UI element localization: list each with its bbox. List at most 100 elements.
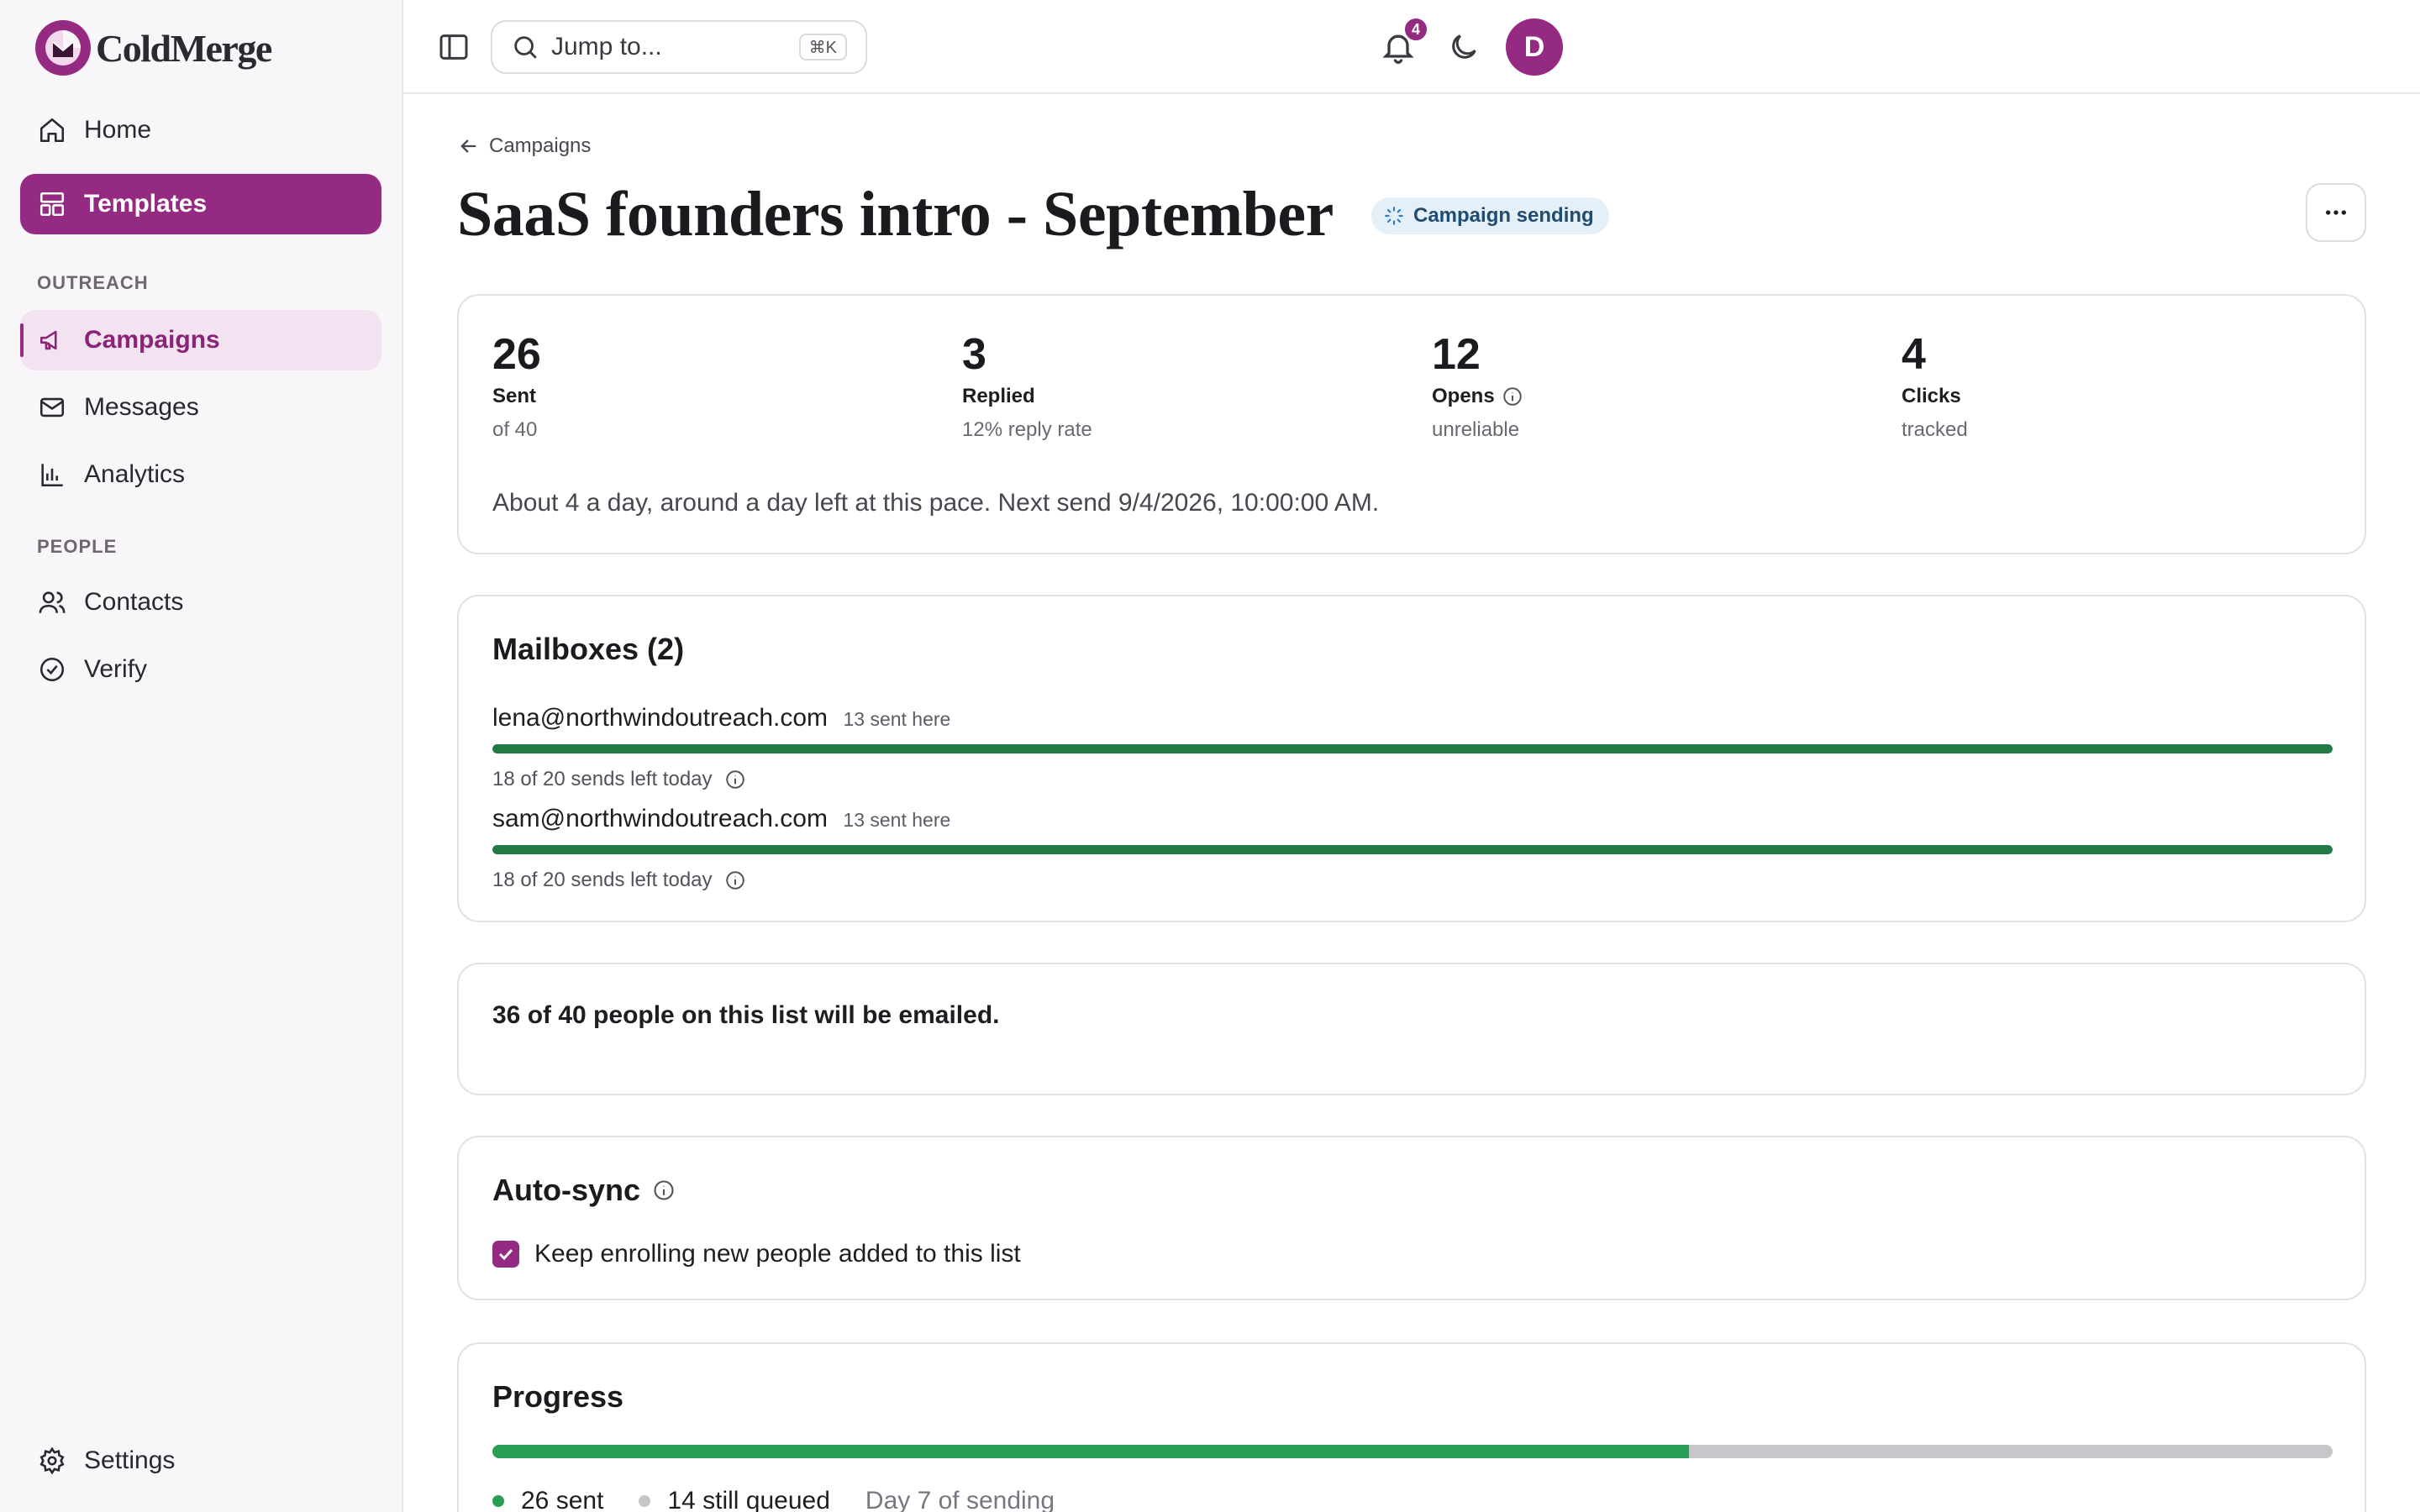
mailbox-email: sam@northwindoutreach.com	[492, 805, 828, 832]
sidebar-item-settings[interactable]: Settings	[20, 1431, 381, 1491]
avatar[interactable]: D	[1506, 18, 1563, 76]
sidebar: ColdMerge Home Templates OUTREACH Campai…	[0, 0, 403, 1512]
autosync-checkbox-label: Keep enrolling new people added to this …	[534, 1240, 1021, 1268]
brand-name: ColdMerge	[96, 26, 272, 70]
autosync-checkbox[interactable]	[492, 1241, 519, 1268]
info-icon[interactable]	[724, 869, 746, 891]
autosync-title: Auto-sync	[492, 1173, 676, 1208]
mailbox-email: lena@northwindoutreach.com	[492, 704, 829, 732]
search-placeholder: Jump to...	[551, 33, 662, 60]
stat-sub: of 40	[492, 418, 538, 441]
mailbox-row: sam@northwindoutreach.com 13 sent here 1…	[492, 805, 2333, 891]
stat-label: Sent	[492, 385, 541, 408]
sidebar-item-campaigns[interactable]: Campaigns	[20, 310, 381, 370]
stat-clicks: 4 Clicks tracked	[1902, 329, 1968, 442]
legend-sent: 26 sent	[492, 1487, 603, 1512]
sidebar-item-home[interactable]: Home	[20, 100, 381, 160]
bar-chart-icon	[37, 459, 67, 490]
sidebar-item-label: Settings	[84, 1446, 176, 1474]
enrollment-card: 36 of 40 people on this list will be ema…	[457, 963, 2366, 1095]
section-label-people: PEOPLE	[37, 536, 118, 557]
gear-icon	[37, 1446, 67, 1476]
autosync-card: Auto-sync Keep enrolling new people adde…	[457, 1136, 2366, 1300]
stat-sub: unreliable	[1432, 418, 1520, 441]
sidebar-item-contacts[interactable]: Contacts	[20, 572, 381, 633]
mailbox-sent-count: 13 sent here	[843, 809, 951, 831]
progress-card: Progress 26 sent 14 still queued Day 7 o…	[457, 1342, 2366, 1512]
mailbox-sends-left-text: 18 of 20 sends left today	[492, 768, 713, 790]
stat-label-text: Sent	[492, 385, 537, 407]
pace-summary: About 4 a day, around a day left at this…	[492, 489, 1380, 517]
more-options-button[interactable]	[2306, 183, 2366, 242]
shortcut-hint: ⌘K	[798, 34, 847, 60]
mailbox-sent-count: 13 sent here	[843, 708, 951, 730]
search-input[interactable]: Jump to... ⌘K	[491, 20, 867, 74]
mailbox-sends-left: 18 of 20 sends left today	[492, 869, 746, 892]
stat-sent: 26 Sent of 40	[492, 329, 541, 442]
sidebar-item-verify[interactable]: Verify	[20, 639, 381, 700]
mailbox-capacity-bar	[492, 845, 2333, 854]
arrow-left-icon	[460, 139, 476, 153]
search-icon	[514, 36, 537, 59]
mailboxes-title: Mailboxes (2)	[492, 632, 685, 666]
info-icon[interactable]	[1502, 386, 1523, 407]
mailbox-row: lena@northwindoutreach.com 13 sent here …	[492, 704, 2333, 790]
moon-icon[interactable]	[1447, 30, 1481, 64]
section-label-outreach: OUTREACH	[37, 272, 149, 293]
sidebar-toggle-icon[interactable]	[437, 30, 471, 64]
mailbox-capacity-fill	[492, 744, 2333, 753]
info-icon[interactable]	[724, 769, 746, 790]
stat-label-text: Opens	[1432, 385, 1495, 407]
sidebar-item-label: Campaigns	[84, 326, 220, 354]
sidebar-item-messages[interactable]: Messages	[20, 377, 381, 438]
stat-sub: 12% reply rate	[962, 418, 1092, 441]
stats-card: 26 Sent of 40 3 Replied 12% reply rate 1…	[457, 294, 2366, 554]
check-icon	[498, 1248, 513, 1261]
topbar: Jump to... ⌘K 4 D	[403, 0, 2420, 94]
sidebar-item-label: Home	[84, 116, 152, 144]
stat-opens: 12 Opens unreliable	[1432, 329, 1523, 442]
stat-sub: tracked	[1902, 418, 1968, 441]
page-title: SaaS founders intro - September	[457, 179, 1334, 249]
progress-bar	[492, 1445, 2333, 1458]
stat-value: 3	[962, 330, 986, 379]
stat-label: Clicks	[1902, 385, 1968, 408]
stat-label: Opens	[1432, 385, 1523, 408]
stat-label-text: Replied	[962, 385, 1035, 407]
stat-value: 12	[1432, 330, 1481, 379]
legend-queued-label: 14 still queued	[667, 1487, 830, 1512]
sidebar-item-label: Analytics	[84, 460, 186, 488]
brand-logo[interactable]: ColdMerge	[32, 17, 272, 79]
spinner-icon	[1385, 207, 1403, 225]
mailbox-capacity-fill	[492, 845, 2333, 854]
coldmerge-logo-icon	[35, 20, 91, 76]
users-icon	[37, 587, 67, 617]
check-badge-icon	[37, 654, 67, 685]
info-icon[interactable]	[652, 1179, 676, 1202]
sidebar-item-label: Contacts	[84, 588, 184, 616]
back-link-label: Campaigns	[489, 134, 592, 157]
stat-replied: 3 Replied 12% reply rate	[962, 329, 1092, 442]
mailbox-sends-left-text: 18 of 20 sends left today	[492, 869, 713, 891]
sidebar-item-analytics[interactable]: Analytics	[20, 444, 381, 505]
notification-badge: 4	[1403, 17, 1428, 42]
stat-label: Replied	[962, 385, 1092, 408]
sidebar-item-label: Templates	[84, 190, 208, 218]
status-label: Campaign sending	[1413, 204, 1594, 227]
legend-queued: 14 still queued	[639, 1487, 830, 1512]
progress-bar-fill	[492, 1445, 1689, 1458]
sidebar-item-label: Verify	[84, 655, 148, 683]
back-to-campaigns-link[interactable]: Campaigns	[457, 134, 591, 158]
home-icon	[37, 115, 67, 145]
autosync-title-text: Auto-sync	[492, 1173, 641, 1207]
mail-icon	[37, 392, 67, 423]
mailbox-capacity-bar	[492, 744, 2333, 753]
autosync-checkbox-row[interactable]: Keep enrolling new people added to this …	[492, 1240, 1021, 1268]
progress-title: Progress	[492, 1379, 624, 1414]
sidebar-item-templates[interactable]: Templates	[20, 174, 381, 234]
legend-dot-queued	[639, 1495, 651, 1507]
enrollment-summary: 36 of 40 people on this list will be ema…	[492, 1001, 1000, 1029]
stat-value: 26	[492, 330, 541, 379]
status-badge: Campaign sending	[1371, 197, 1609, 234]
mailbox-sends-left: 18 of 20 sends left today	[492, 768, 746, 791]
